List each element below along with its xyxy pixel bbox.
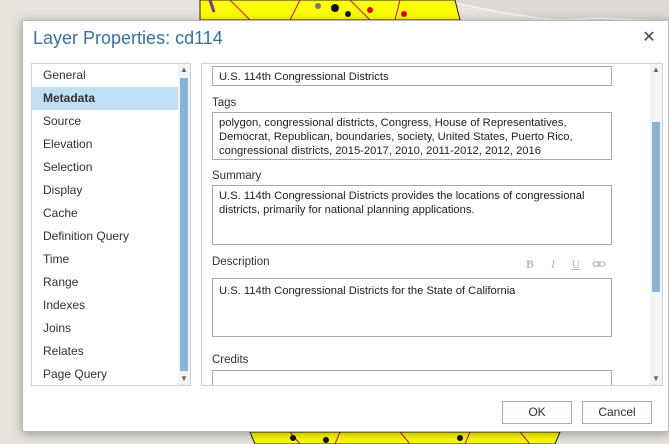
nav-item-page-query[interactable]: Page Query xyxy=(32,363,179,385)
nav-item-source[interactable]: Source xyxy=(32,110,179,133)
summary-field[interactable]: U.S. 114th Congressional Districts provi… xyxy=(212,185,612,245)
scroll-up-icon[interactable]: ▲ xyxy=(178,64,190,76)
nav-item-joins[interactable]: Joins xyxy=(32,317,179,340)
summary-label: Summary xyxy=(212,170,262,182)
metadata-panel: U.S. 114th Congressional Districts Tags … xyxy=(201,63,663,386)
metadata-scrollbar[interactable]: ▲ ▼ xyxy=(650,64,662,385)
properties-nav-panel: General Metadata Source Elevation Select… xyxy=(31,63,191,386)
underline-button[interactable]: U xyxy=(568,256,584,272)
format-toolbar: B I U xyxy=(522,256,612,272)
nav-item-definition-query[interactable]: Definition Query xyxy=(32,225,179,248)
description-field[interactable]: U.S. 114th Congressional Districts for t… xyxy=(212,278,612,337)
credits-field[interactable] xyxy=(212,370,612,385)
ok-button[interactable]: OK xyxy=(502,401,572,424)
scroll-down-icon[interactable]: ▼ xyxy=(178,373,190,385)
nav-scroll-thumb[interactable] xyxy=(180,78,188,371)
nav-item-elevation[interactable]: Elevation xyxy=(32,133,179,156)
description-label: Description xyxy=(212,256,270,268)
italic-button[interactable]: I xyxy=(545,256,561,272)
nav-item-selection[interactable]: Selection xyxy=(32,156,179,179)
nav-item-cache[interactable]: Cache xyxy=(32,202,179,225)
layer-properties-dialog: Layer Properties: cd114 ✕ General Metada… xyxy=(22,20,669,432)
nav-item-indexes[interactable]: Indexes xyxy=(32,294,179,317)
bold-button[interactable]: B xyxy=(522,256,538,272)
scroll-down-icon[interactable]: ▼ xyxy=(650,373,662,385)
scroll-up-icon[interactable]: ▲ xyxy=(650,64,662,76)
cancel-button[interactable]: Cancel xyxy=(582,401,652,424)
close-icon[interactable]: ✕ xyxy=(640,29,658,47)
metadata-scroll-thumb[interactable] xyxy=(652,122,660,292)
title-field[interactable]: U.S. 114th Congressional Districts xyxy=(212,66,612,86)
dialog-title: Layer Properties: cd114 xyxy=(33,28,223,48)
nav-scrollbar[interactable]: ▲ ▼ xyxy=(178,64,190,385)
link-icon[interactable] xyxy=(591,256,607,272)
nav-item-range[interactable]: Range xyxy=(32,271,179,294)
credits-label: Credits xyxy=(212,354,249,366)
metadata-content: U.S. 114th Congressional Districts Tags … xyxy=(202,64,650,385)
nav-item-display[interactable]: Display xyxy=(32,179,179,202)
tags-label: Tags xyxy=(212,97,237,109)
nav-item-relates[interactable]: Relates xyxy=(32,340,179,363)
properties-nav-list: General Metadata Source Elevation Select… xyxy=(32,64,179,385)
nav-item-general[interactable]: General xyxy=(32,64,179,87)
tags-field[interactable]: polygon, congressional districts, Congre… xyxy=(212,112,612,160)
nav-item-time[interactable]: Time xyxy=(32,248,179,271)
nav-item-metadata[interactable]: Metadata xyxy=(32,87,179,110)
